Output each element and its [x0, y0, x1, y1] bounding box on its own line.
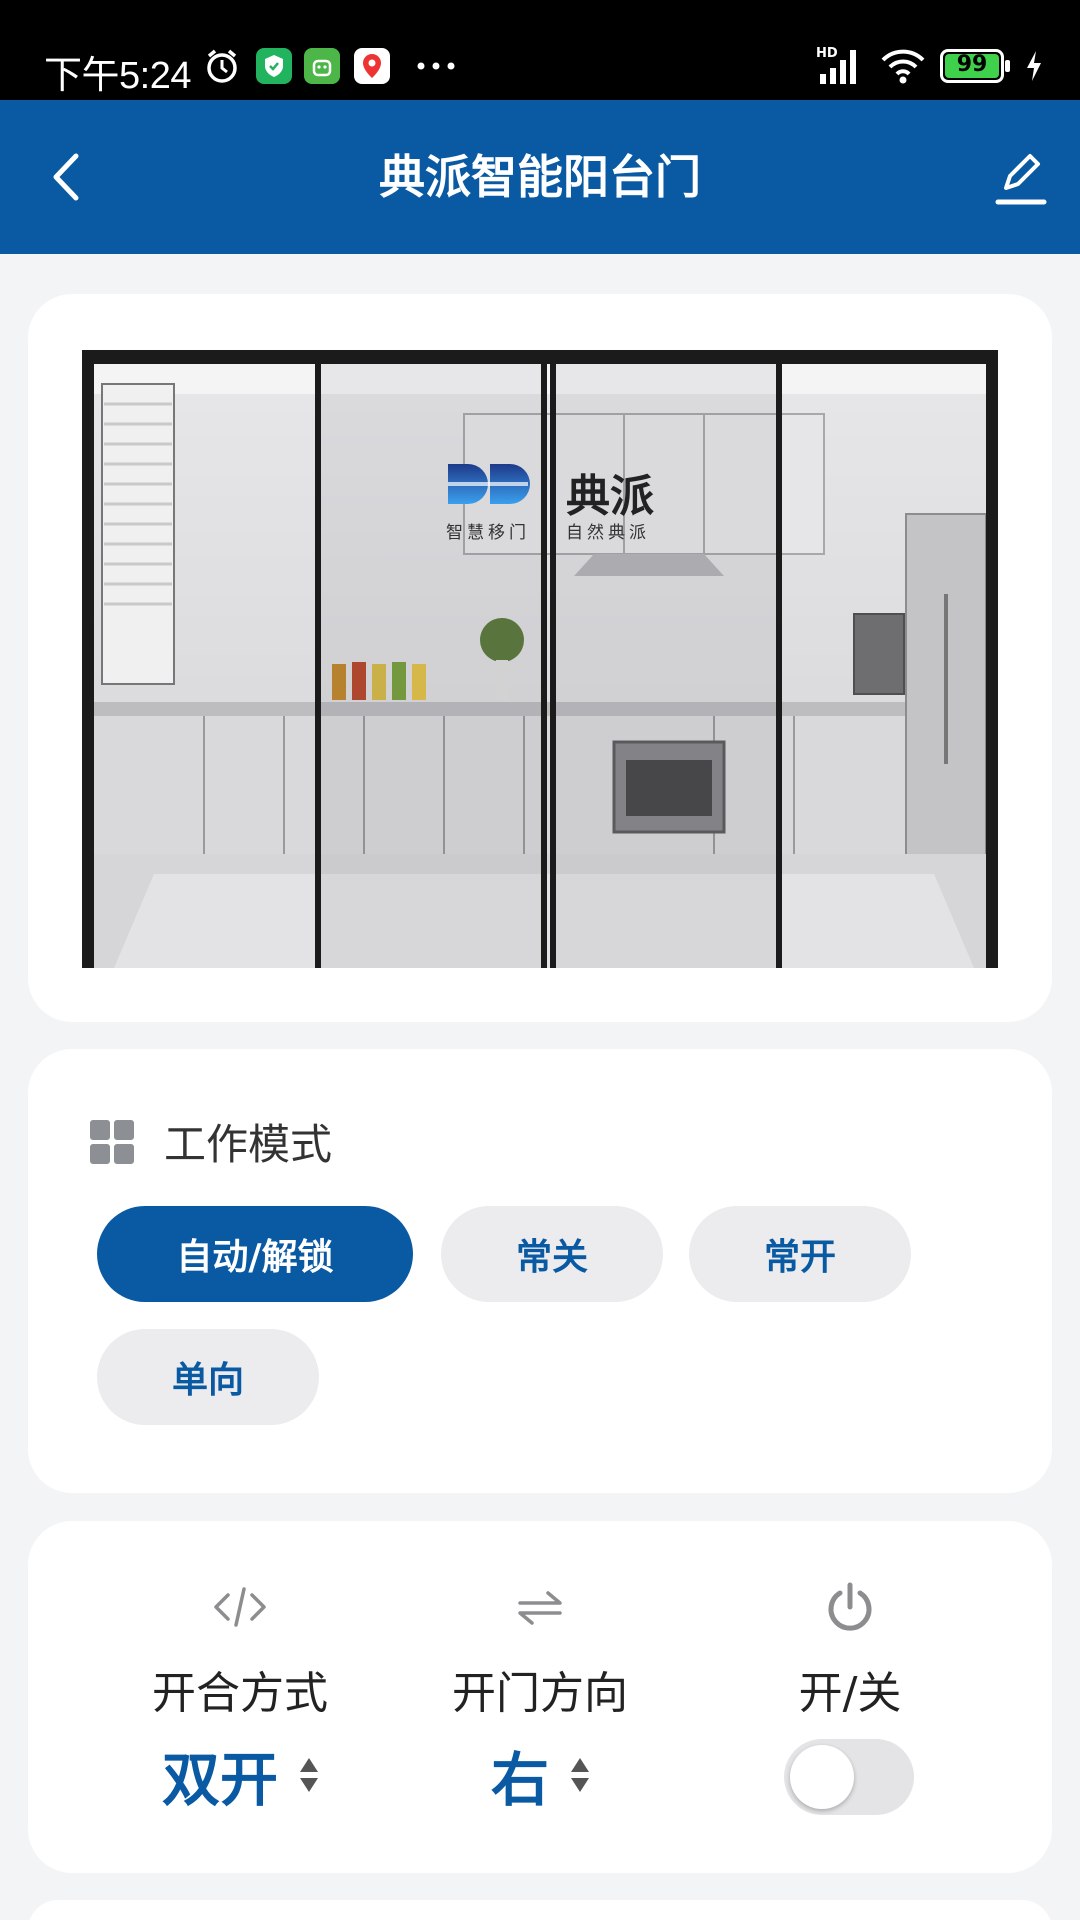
open-type-label: 开合方式 [152, 1668, 328, 1719]
up-down-arrows-icon [571, 1758, 589, 1792]
signal-icon: HD [816, 46, 866, 86]
battery-icon: 99 [940, 49, 1010, 83]
mode-one-way-button[interactable]: 单向 [97, 1329, 319, 1425]
alarm-icon [207, 49, 237, 83]
brand-logo: 典派 智慧移门 自然典派 [446, 460, 676, 550]
toggle-knob [790, 1745, 854, 1809]
page-title: 典派智能阳台门 [379, 150, 701, 204]
app-bar: 典派智能阳台门 [0, 100, 1080, 254]
more-dots-icon [417, 62, 455, 70]
status-time: 下午5:24 [44, 55, 191, 97]
status-bar: 下午5:24 HD 99 [0, 0, 1080, 100]
sliding-door-frames [94, 364, 986, 968]
power-toggle-switch[interactable] [784, 1739, 914, 1815]
shield-app-icon [256, 48, 292, 84]
wifi-icon [881, 49, 925, 84]
dp-logo-icon [448, 464, 530, 504]
power-icon [828, 1582, 872, 1631]
map-app-icon [354, 48, 390, 84]
kitchen-scene: 典派 智慧移门 自然典派 [94, 364, 986, 968]
up-down-arrows-icon [300, 1758, 318, 1792]
charging-icon [1027, 51, 1041, 81]
code-icon [214, 1587, 266, 1627]
open-direction-label: 开门方向 [452, 1668, 628, 1719]
door-image: 典派 智慧移门 自然典派 [82, 350, 998, 968]
grid-icon [90, 1119, 134, 1164]
mode-auto-unlock-button[interactable]: 自动/解锁 [97, 1206, 413, 1302]
power-label: 开/关 [798, 1668, 902, 1719]
open-type-value[interactable]: 双开 [90, 1733, 390, 1817]
edit-pencil-icon[interactable] [988, 144, 1054, 210]
mode-normally-closed-button[interactable]: 常关 [441, 1206, 663, 1302]
work-mode-title: 工作模式 [164, 1120, 333, 1169]
door-preview-card: 典派 智慧移门 自然典派 [28, 294, 1052, 1022]
mode-normally-open-button[interactable]: 常开 [689, 1206, 911, 1302]
next-card [28, 1900, 1052, 1920]
open-direction-value[interactable]: 右 [390, 1733, 690, 1817]
android-app-icon [304, 48, 340, 84]
door-controls-card: 开合方式 双开 开门方向 右 开/关 [28, 1521, 1052, 1873]
swap-arrows-icon [518, 1591, 562, 1625]
work-mode-card: 工作模式 自动/解锁 常关 常开 单向 [28, 1049, 1052, 1493]
